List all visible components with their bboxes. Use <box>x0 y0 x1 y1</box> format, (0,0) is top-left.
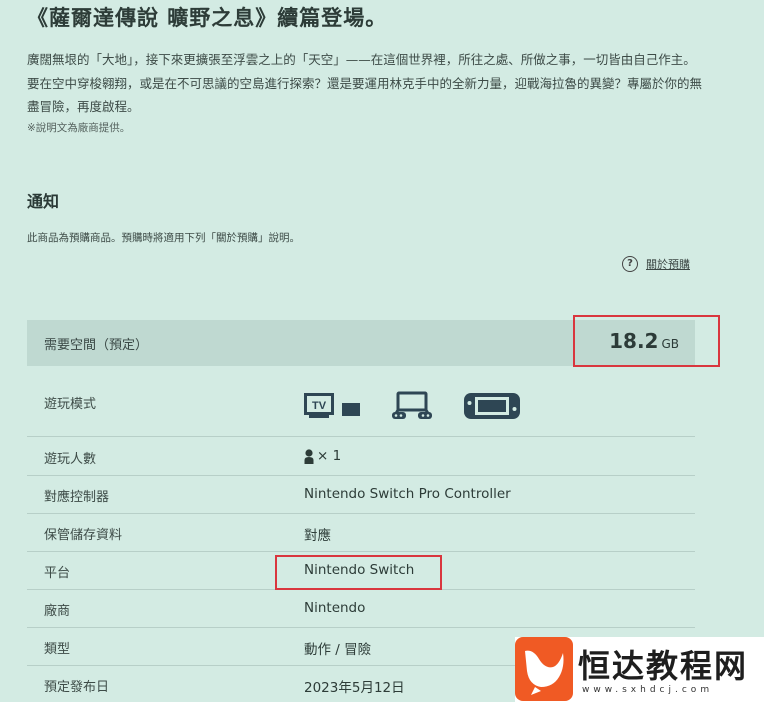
publisher-row: 廠商 Nintendo <box>27 589 695 628</box>
watermark-logo-icon <box>515 637 573 701</box>
watermark-text: 恒达教程网 <box>578 647 749 685</box>
site-watermark: 恒达教程网 www.sxhdcj.com <box>515 637 764 702</box>
page-title: 《薩爾達傳說 曠野之息》續篇登場。 <box>27 6 388 30</box>
about-preorder-label: 關於預購 <box>646 258 690 271</box>
notice-text: 此商品為預購商品。預購時將適用下列「關於預購」說明。 <box>27 232 300 244</box>
about-preorder-link[interactable]: ? 關於預購 <box>622 255 690 273</box>
save-data-row: 保管儲存資料 對應 <box>27 513 695 552</box>
svg-text:TV: TV <box>312 400 327 412</box>
tv-mode-icon: TV <box>304 393 360 418</box>
tabletop-mode-icon <box>392 391 432 419</box>
play-mode-row: 遊玩模式 TV <box>27 378 695 437</box>
genre-label: 類型 <box>44 642 71 657</box>
handheld-mode-icon <box>464 393 520 419</box>
save-data-value: 對應 <box>304 528 331 544</box>
watermark-url: www.sxhdcj.com <box>582 685 714 695</box>
required-space-label: 需要空間（預定） <box>44 337 149 353</box>
notice-heading: 通知 <box>27 192 60 211</box>
controller-value: Nintendo Switch Pro Controller <box>304 486 511 502</box>
genre-value: 動作 / 冒險 <box>304 642 372 658</box>
publisher-label: 廠商 <box>44 604 71 619</box>
product-description: 廣闊無垠的「大地」，接下來更擴張至浮雲之上的「天空」——在這個世界裡，所往之處、… <box>27 52 703 114</box>
platform-label: 平台 <box>44 566 71 581</box>
save-data-label: 保管儲存資料 <box>44 528 123 543</box>
highlight-box-space <box>573 315 720 367</box>
play-mode-label: 遊玩模式 <box>44 397 97 412</box>
description-note: ※說明文為廠商提供。 <box>27 122 131 134</box>
release-date-value: 2023年5月12日 <box>304 680 405 696</box>
person-icon <box>304 448 314 464</box>
publisher-value: Nintendo <box>304 600 366 616</box>
highlight-box-platform <box>275 555 442 590</box>
players-row: 遊玩人數 × 1 <box>27 436 695 476</box>
players-label: 遊玩人數 <box>44 452 97 467</box>
controller-label: 對應控制器 <box>44 490 110 505</box>
question-circle-icon: ? <box>622 256 638 272</box>
controller-row: 對應控制器 Nintendo Switch Pro Controller <box>27 475 695 514</box>
players-value: × 1 <box>304 448 341 464</box>
release-date-label: 預定發布日 <box>44 680 110 695</box>
